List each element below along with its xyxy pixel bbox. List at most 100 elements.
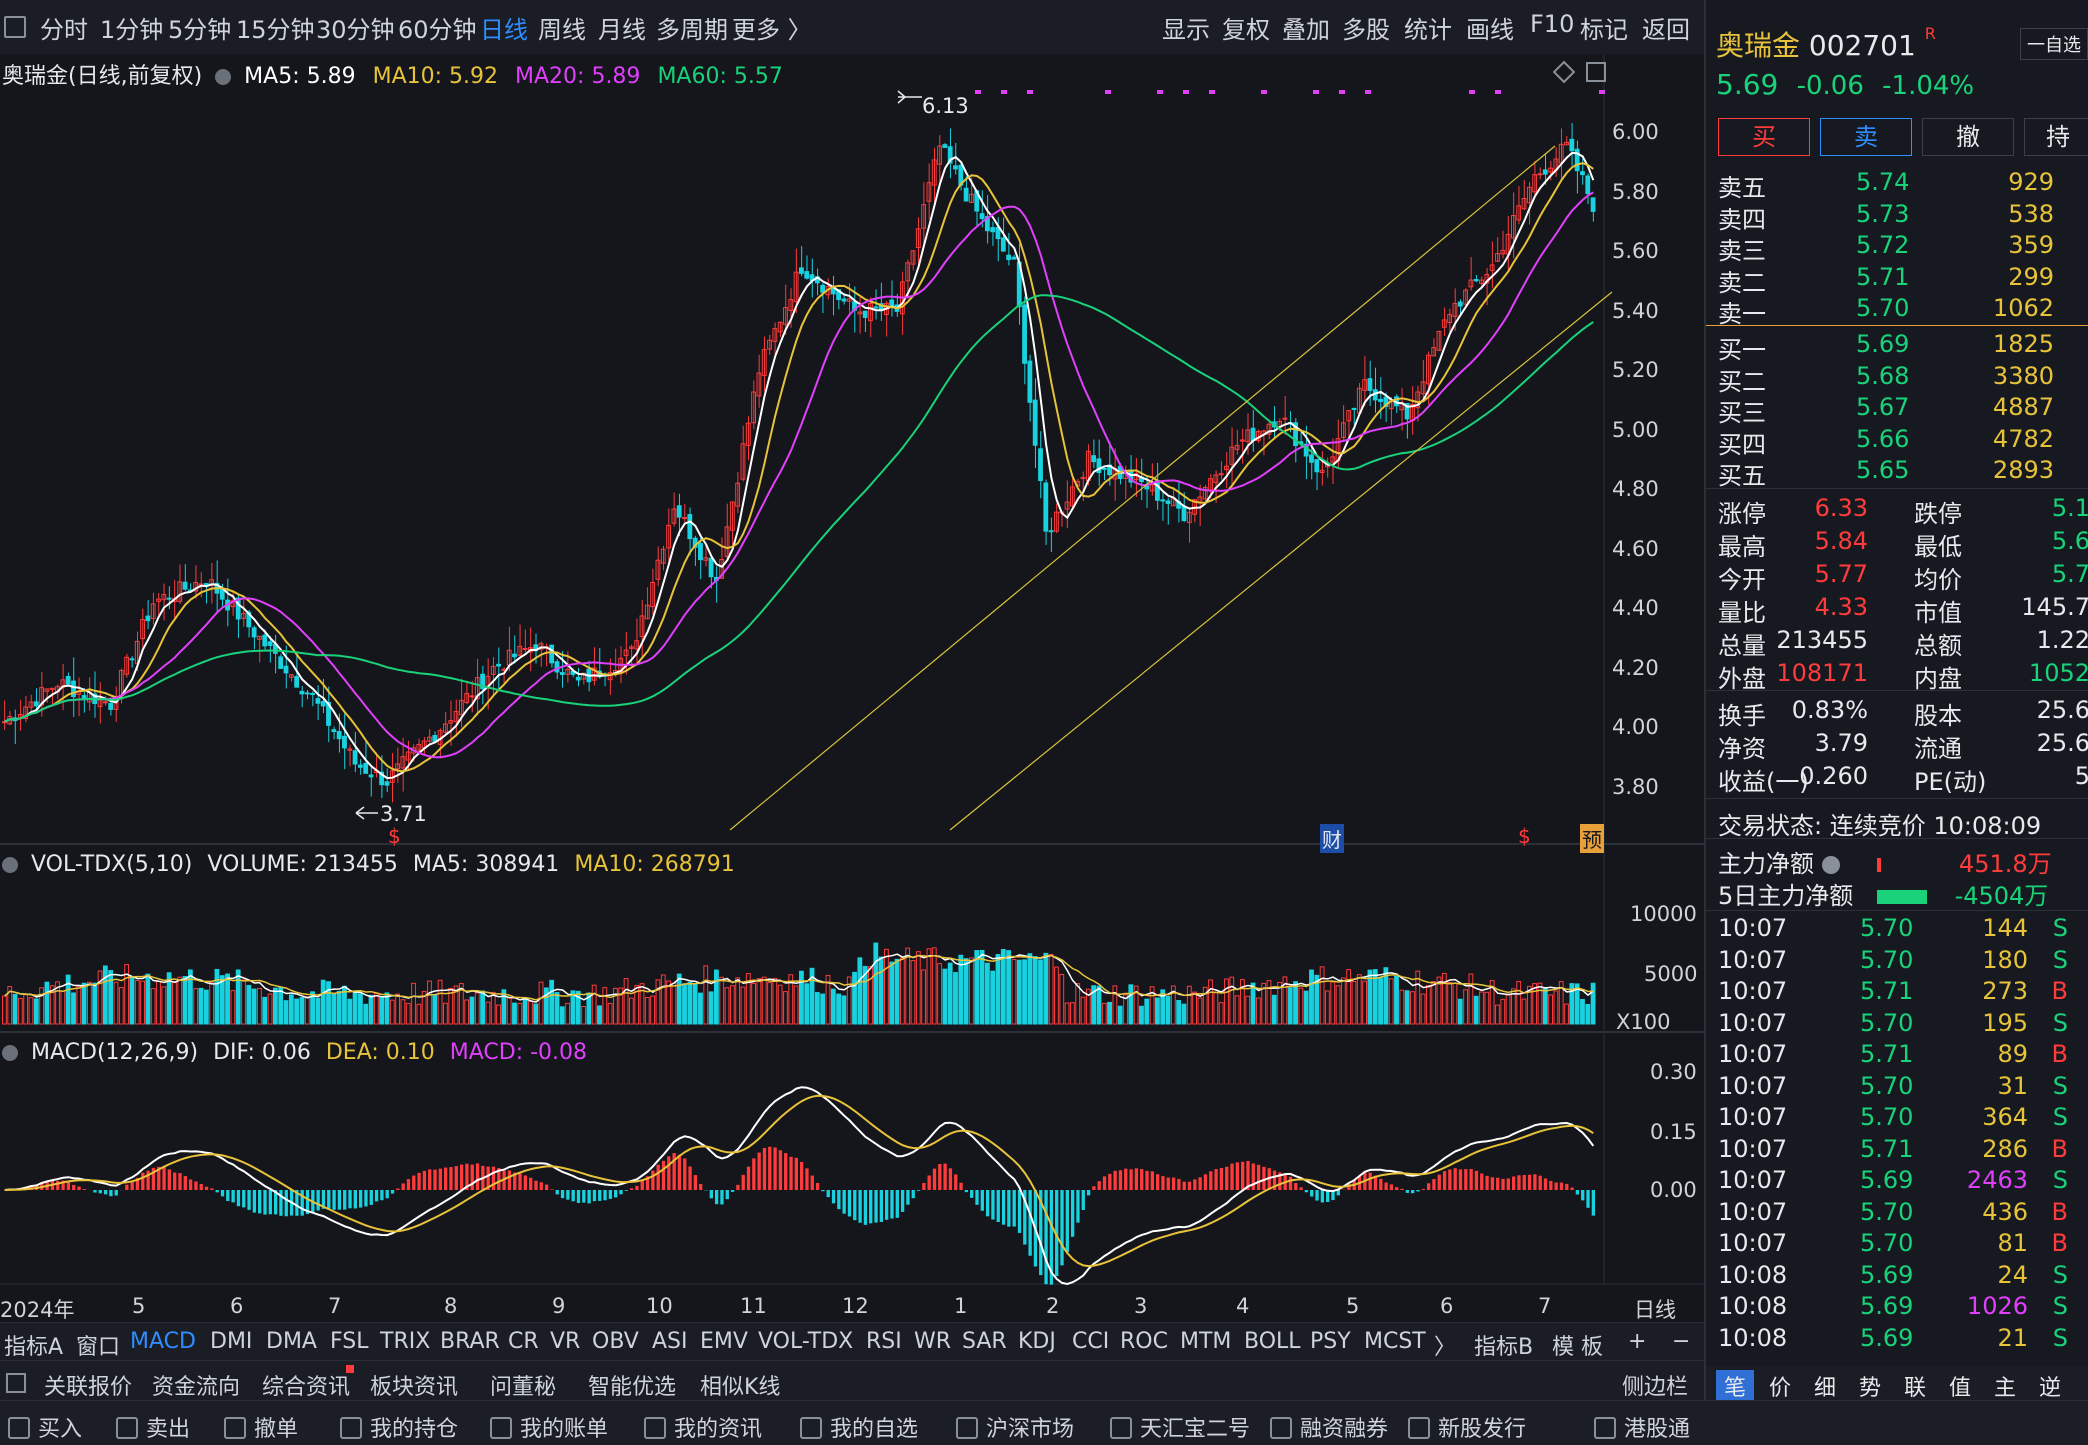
add-pane-button[interactable]: + — [1628, 1329, 1646, 1354]
sell-button[interactable]: 卖 — [1820, 118, 1912, 156]
indicator-tab[interactable]: OBV — [592, 1329, 639, 1354]
quick-action-4[interactable]: 我的账单 — [490, 1411, 608, 1443]
period-tab-multi[interactable]: 多周期 — [656, 10, 728, 45]
order-book-row[interactable]: 买一 5.69 1825 — [1718, 330, 2088, 364]
tool-display[interactable]: 显示 — [1162, 10, 1210, 45]
order-book-row[interactable]: 卖一 5.70 1062 — [1718, 294, 2088, 328]
dividend-marker[interactable]: $ — [388, 824, 401, 848]
indicator-tab[interactable]: TRIX — [380, 1329, 430, 1354]
indicator-tab[interactable]: CCI — [1072, 1329, 1109, 1354]
dividend-marker[interactable]: $ — [1518, 824, 1531, 848]
indicator-tab[interactable]: SAR — [962, 1329, 1007, 1354]
period-tab-1min[interactable]: 1分钟 — [100, 10, 163, 45]
indicator-tab[interactable]: BOLL — [1244, 1329, 1301, 1354]
period-tab-monthly[interactable]: 月线 — [598, 10, 646, 45]
tool-overlay[interactable]: 叠加 — [1282, 10, 1330, 45]
indicator-tab[interactable]: ROC — [1120, 1329, 1168, 1354]
legend-toggle-icon[interactable] — [2, 857, 18, 873]
indicator-tab[interactable]: VR — [550, 1329, 580, 1354]
info-tab-smart-pick[interactable]: 智能优选 — [588, 1369, 676, 1401]
indicator-tab[interactable]: MTM — [1180, 1329, 1231, 1354]
panel-tab[interactable]: 逆 — [2031, 1370, 2069, 1402]
tool-mark[interactable]: 标记 — [1580, 10, 1628, 45]
quick-action-0[interactable]: 买入 — [8, 1411, 82, 1443]
quick-action-10[interactable]: 新股发行 — [1408, 1411, 1526, 1443]
quick-action-6[interactable]: 我的自选 — [800, 1411, 918, 1443]
tool-back[interactable]: 返回 — [1642, 10, 1690, 45]
info-icon[interactable] — [1821, 856, 1840, 874]
position-button[interactable]: 持 — [2024, 118, 2088, 156]
tool-stats[interactable]: 统计 — [1404, 10, 1452, 45]
quick-action-3[interactable]: 我的持仓 — [340, 1411, 458, 1443]
indicator-tab[interactable]: 指标A — [4, 1329, 63, 1361]
indicator-tab[interactable]: DMI — [210, 1329, 252, 1354]
forecast-marker[interactable]: 预 — [1580, 824, 1604, 853]
quick-action-5[interactable]: 我的资讯 — [644, 1411, 762, 1443]
order-book-row[interactable]: 卖四 5.73 538 — [1718, 200, 2088, 234]
indicator-tab[interactable]: VOL-TDX — [758, 1329, 853, 1354]
panel-tab[interactable]: 势 — [1851, 1370, 1889, 1402]
remove-pane-button[interactable]: − — [1672, 1329, 1690, 1354]
period-tab-5min[interactable]: 5分钟 — [168, 10, 231, 45]
indicator-tab[interactable]: EMV — [700, 1329, 748, 1354]
tool-multi-stock[interactable]: 多股 — [1342, 10, 1390, 45]
indicator-tab[interactable]: WR — [914, 1329, 951, 1354]
panel-tab[interactable]: 值 — [1941, 1370, 1979, 1402]
order-book-row[interactable]: 买二 5.68 3380 — [1718, 362, 2088, 396]
info-tab-sector-news[interactable]: 板块资讯 — [370, 1369, 458, 1401]
add-watchlist-button[interactable]: 一自选 — [2020, 28, 2088, 60]
legend-toggle-icon[interactable] — [215, 69, 232, 85]
indicator-tab-more[interactable]: 〉 — [1434, 1329, 1456, 1361]
buy-button[interactable]: 买 — [1718, 118, 1810, 156]
indicator-tab[interactable]: CR — [508, 1329, 539, 1354]
indicator-tab[interactable]: 指标B — [1474, 1329, 1533, 1361]
indicator-tab-macd[interactable]: MACD — [130, 1329, 196, 1354]
template-tab[interactable]: 模 板 — [1552, 1329, 1603, 1361]
indicator-tab[interactable]: MCST — [1364, 1329, 1426, 1354]
order-book-row[interactable]: 卖三 5.72 359 — [1718, 231, 2088, 265]
quick-action-1[interactable]: 卖出 — [116, 1411, 190, 1443]
panel-tab[interactable]: 价 — [1761, 1370, 1799, 1402]
panel-tab[interactable]: 笔 — [1716, 1370, 1754, 1402]
info-tab-fund-flow[interactable]: 资金流向 — [152, 1369, 240, 1401]
legend-toggle-icon[interactable] — [2, 1045, 18, 1061]
indicator-tab[interactable]: ASI — [652, 1329, 688, 1354]
quick-action-2[interactable]: 撤单 — [224, 1411, 298, 1443]
indicator-tab[interactable]: PSY — [1310, 1329, 1351, 1354]
period-tab-weekly[interactable]: 周线 — [538, 10, 586, 45]
indicator-tab[interactable]: FSL — [330, 1329, 369, 1354]
quick-action-7[interactable]: 沪深市场 — [956, 1411, 1074, 1443]
indicator-tab[interactable]: KDJ — [1018, 1329, 1056, 1354]
expand-icon[interactable] — [1586, 62, 1606, 82]
order-book-row[interactable]: 卖二 5.71 299 — [1718, 263, 2088, 297]
period-tab-more[interactable]: 更多 〉 — [732, 10, 812, 45]
quick-action-11[interactable]: 港股通 — [1594, 1411, 1690, 1443]
period-tab-daily[interactable]: 日线 — [480, 10, 528, 45]
window-menu-icon[interactable] — [4, 16, 26, 38]
indicator-tab[interactable]: RSI — [866, 1329, 902, 1354]
period-tab-timeshare[interactable]: 分时 — [40, 10, 88, 45]
finance-marker[interactable]: 财 — [1320, 824, 1344, 853]
order-book-row[interactable]: 卖五 5.74 929 — [1718, 168, 2088, 202]
tool-f10[interactable]: F10 — [1530, 10, 1574, 38]
indicator-tab[interactable]: DMA — [266, 1329, 317, 1354]
period-tab-30min[interactable]: 30分钟 — [316, 10, 395, 45]
period-tab-15min[interactable]: 15分钟 — [236, 10, 315, 45]
panel-toggle-icon[interactable] — [6, 1373, 26, 1393]
chart-area[interactable]: 奥瑞金(日线,前复权) MA5: 5.89 MA10: 5.92 MA20: 5… — [0, 54, 1704, 1322]
info-tab-ask-secretary[interactable]: 问董秘 — [490, 1369, 556, 1401]
order-book-row[interactable]: 买三 5.67 4887 — [1718, 393, 2088, 427]
quick-action-9[interactable]: 融资融券 — [1270, 1411, 1388, 1443]
info-tab-related-quote[interactable]: 关联报价 — [44, 1369, 132, 1401]
indicator-tab[interactable]: 窗口 — [76, 1329, 120, 1361]
tool-adjust[interactable]: 复权 — [1222, 10, 1270, 45]
indicator-tab[interactable]: BRAR — [440, 1329, 500, 1354]
cancel-order-button[interactable]: 撤 — [1922, 118, 2014, 156]
kline-chart[interactable] — [0, 54, 1704, 1322]
tool-draw[interactable]: 画线 — [1466, 10, 1514, 45]
order-book-row[interactable]: 买五 5.65 2893 — [1718, 456, 2088, 490]
info-tab-similar-kline[interactable]: 相似K线 — [700, 1369, 780, 1401]
panel-tab[interactable]: 联 — [1896, 1370, 1934, 1402]
sidebar-toggle-button[interactable]: 侧边栏 — [1622, 1369, 1688, 1401]
panel-tab[interactable]: 细 — [1806, 1370, 1844, 1402]
